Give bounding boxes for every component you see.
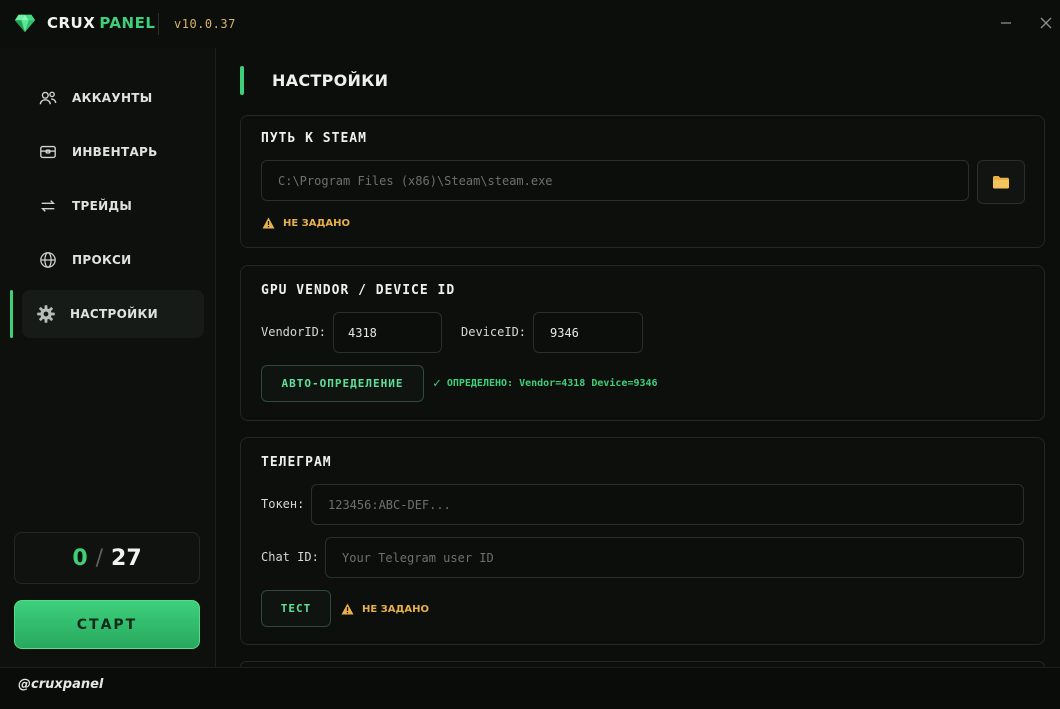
close-icon (1040, 17, 1052, 29)
card-title: ПУТЬ К STEAM (261, 131, 367, 146)
sidebar-item-settings[interactable]: НАСТРОЙКИ (22, 290, 204, 338)
sidebar-item-label: ИНВЕНТАРЬ (72, 145, 158, 159)
test-button[interactable]: ТЕСТ (261, 590, 331, 627)
gear-icon (36, 304, 56, 324)
gpu-status: ✓ ОПРЕДЕЛЕНО: Vendor=4318 Device=9346 (433, 376, 658, 391)
auto-detect-button[interactable]: АВТО-ОПРЕДЕЛЕНИЕ (261, 365, 424, 402)
gpu-card: GPU VENDOR / DEVICE ID VendorID: 4318 De… (240, 265, 1045, 421)
device-id-label: DeviceID: (461, 325, 527, 339)
minimize-icon (1001, 22, 1011, 24)
start-button[interactable]: СТАРТ (14, 600, 200, 649)
inventory-icon (38, 142, 58, 162)
browse-folder-button[interactable] (977, 160, 1025, 204)
steam-status-text: НЕ ЗАДАНО (283, 217, 351, 229)
next-settings-card (240, 661, 1045, 667)
sidebar-item-label: ТРЕЙДЫ (72, 199, 133, 213)
footer-handle: @cruxpanel (18, 677, 104, 692)
gpu-status-text: ОПРЕДЕЛЕНО: Vendor=4318 Device=9346 (446, 378, 658, 389)
close-button[interactable] (1037, 14, 1055, 32)
card-title: GPU VENDOR / DEVICE ID (261, 283, 456, 298)
vendor-id-input[interactable]: 4318 (333, 312, 442, 353)
account-counter: 0 / 27 (14, 532, 200, 584)
telegram-card: ТЕЛЕГРАМ Токен: 123456:ABC-DEF... Chat I… (240, 437, 1045, 645)
swap-arrows-icon (38, 196, 58, 216)
sidebar-item-inventory[interactable]: ИНВЕНТАРЬ (22, 128, 204, 176)
minimize-button[interactable] (997, 14, 1015, 32)
token-input[interactable]: 123456:ABC-DEF... (311, 484, 1024, 525)
sidebar-item-label: НАСТРОЙКИ (70, 307, 158, 321)
sidebar-item-label: ПРОКСИ (72, 253, 132, 267)
page-title: НАСТРОЙКИ (272, 71, 389, 90)
folder-icon (993, 176, 1009, 189)
counter-current: 0 (72, 545, 88, 571)
counter-separator: / (95, 545, 104, 571)
token-label: Токен: (261, 497, 305, 511)
device-id-input[interactable]: 9346 (533, 312, 643, 353)
app-brand: CRUX PANEL (47, 14, 155, 32)
active-indicator (10, 290, 13, 338)
brand-accent: PANEL (99, 14, 156, 32)
brand-primary: CRUX (47, 14, 96, 32)
steam-status: НЕ ЗАДАНО (262, 217, 350, 229)
check-icon: ✓ (433, 376, 441, 391)
title-bar: CRUX PANEL v10.0.37 (0, 0, 1060, 48)
users-icon (38, 88, 58, 108)
counter-total: 27 (111, 545, 142, 571)
sidebar-item-accounts[interactable]: АККАУНТЫ (22, 74, 204, 122)
warning-icon (262, 217, 275, 229)
chat-id-input[interactable]: Your Telegram user ID (325, 537, 1024, 578)
warning-icon (341, 603, 354, 615)
chat-id-label: Chat ID: (261, 550, 319, 564)
vendor-id-label: VendorID: (261, 325, 327, 339)
page-title-accent (240, 66, 244, 95)
gem-logo-icon (14, 14, 36, 33)
footer: @cruxpanel (0, 667, 1060, 709)
steam-path-card: ПУТЬ К STEAM C:\Program Files (x86)\Stea… (240, 115, 1045, 248)
telegram-status: НЕ ЗАДАНО (341, 603, 429, 615)
sidebar: АККАУНТЫ ИНВЕНТАРЬ ТРЕЙДЫ ПРОКСИ НАСТРОЙ… (0, 48, 216, 667)
steam-path-input[interactable]: C:\Program Files (x86)\Steam\steam.exe (261, 160, 969, 201)
card-title: ТЕЛЕГРАМ (261, 455, 332, 470)
sidebar-item-label: АККАУНТЫ (72, 91, 153, 105)
sidebar-item-proxy[interactable]: ПРОКСИ (22, 236, 204, 284)
telegram-status-text: НЕ ЗАДАНО (362, 603, 430, 615)
version-label: v10.0.37 (174, 17, 236, 31)
globe-icon (38, 250, 58, 270)
sidebar-item-trades[interactable]: ТРЕЙДЫ (22, 182, 204, 230)
title-divider (158, 13, 159, 35)
